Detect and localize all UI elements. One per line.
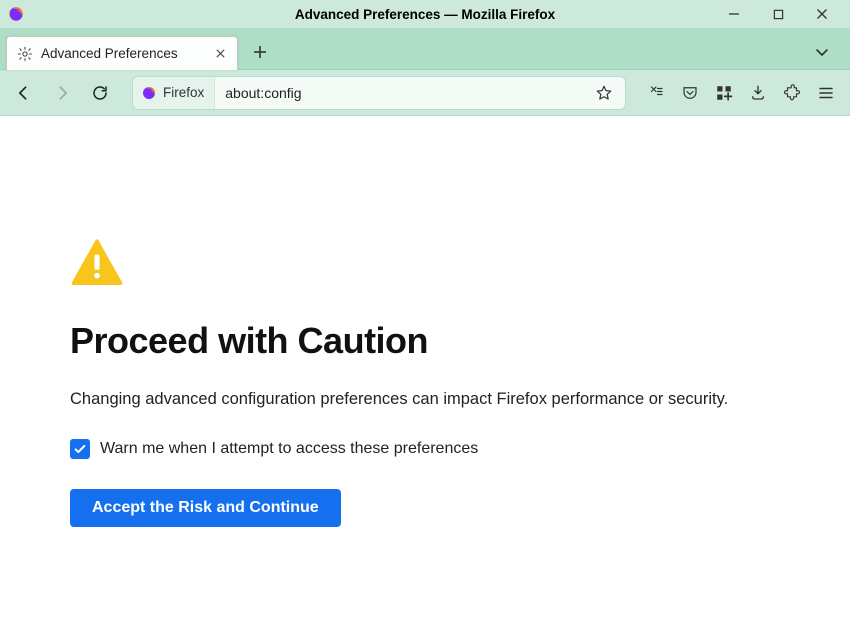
identity-label: Firefox	[163, 85, 204, 100]
extensions-button[interactable]	[776, 77, 808, 109]
warn-checkbox-row[interactable]: Warn me when I attempt to access these p…	[70, 439, 780, 459]
window-controls	[722, 2, 844, 26]
gear-icon	[17, 46, 33, 62]
reload-button[interactable]	[84, 77, 116, 109]
warning-triangle-icon	[70, 236, 124, 290]
checkbox-label: Warn me when I attempt to access these p…	[100, 440, 478, 458]
identity-box[interactable]: Firefox	[133, 76, 215, 110]
tab-strip: Advanced Preferences	[0, 28, 850, 70]
checkbox-checked-icon[interactable]	[70, 439, 90, 459]
url-text: about:config	[215, 85, 589, 101]
tab-label: Advanced Preferences	[41, 46, 203, 61]
minimize-button[interactable]	[722, 2, 746, 26]
tab-close-button[interactable]	[211, 45, 229, 63]
back-button[interactable]	[8, 77, 40, 109]
all-tabs-button[interactable]	[808, 38, 836, 66]
caution-heading: Proceed with Caution	[70, 320, 780, 362]
downloads-button[interactable]	[742, 77, 774, 109]
page-content: Proceed with Caution Changing advanced c…	[0, 116, 850, 567]
new-tab-button[interactable]	[246, 38, 274, 66]
address-bar[interactable]: Firefox about:config	[132, 76, 626, 110]
titlebar: Advanced Preferences — Mozilla Firefox	[0, 0, 850, 28]
accept-risk-button[interactable]: Accept the Risk and Continue	[70, 489, 341, 527]
caution-body-text: Changing advanced configuration preferen…	[70, 388, 780, 411]
tab-advanced-preferences[interactable]: Advanced Preferences	[6, 36, 238, 70]
reader-view-button[interactable]	[640, 77, 672, 109]
maximize-button[interactable]	[766, 2, 790, 26]
addons-button[interactable]	[708, 77, 740, 109]
bookmark-star-button[interactable]	[589, 78, 619, 108]
pocket-button[interactable]	[674, 77, 706, 109]
toolbar-right	[640, 77, 842, 109]
forward-button[interactable]	[46, 77, 78, 109]
firefox-brand-icon	[141, 85, 157, 101]
firefox-logo-icon	[6, 4, 26, 24]
close-button[interactable]	[810, 2, 834, 26]
navigation-toolbar: Firefox about:config	[0, 70, 850, 116]
app-menu-button[interactable]	[810, 77, 842, 109]
